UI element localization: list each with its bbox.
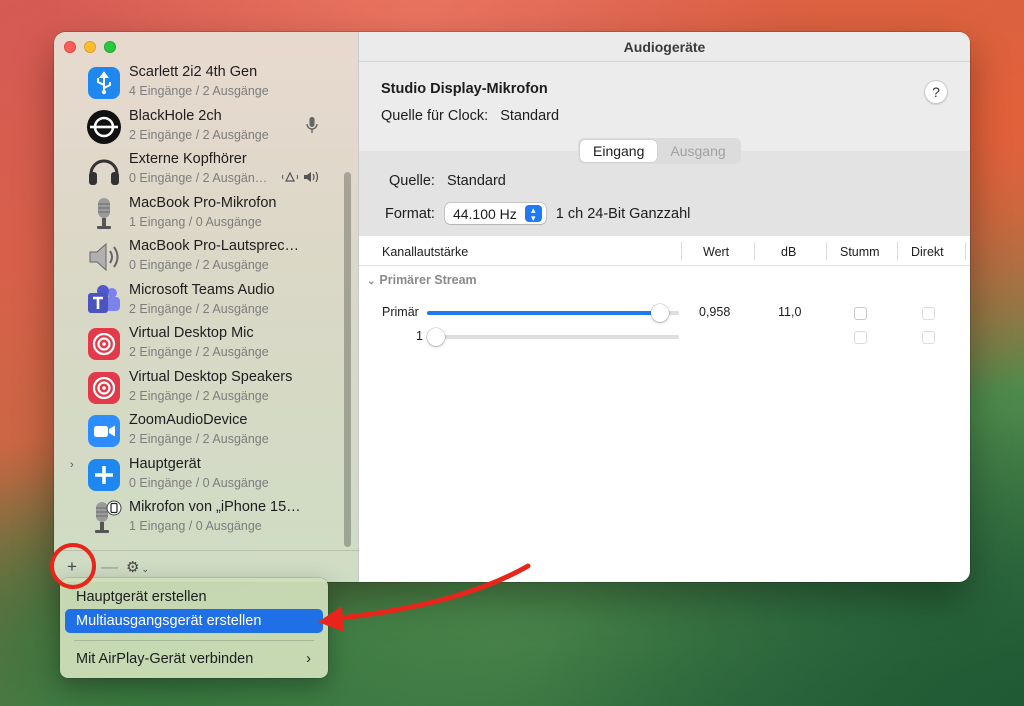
annotation-arrow: [318, 563, 531, 632]
